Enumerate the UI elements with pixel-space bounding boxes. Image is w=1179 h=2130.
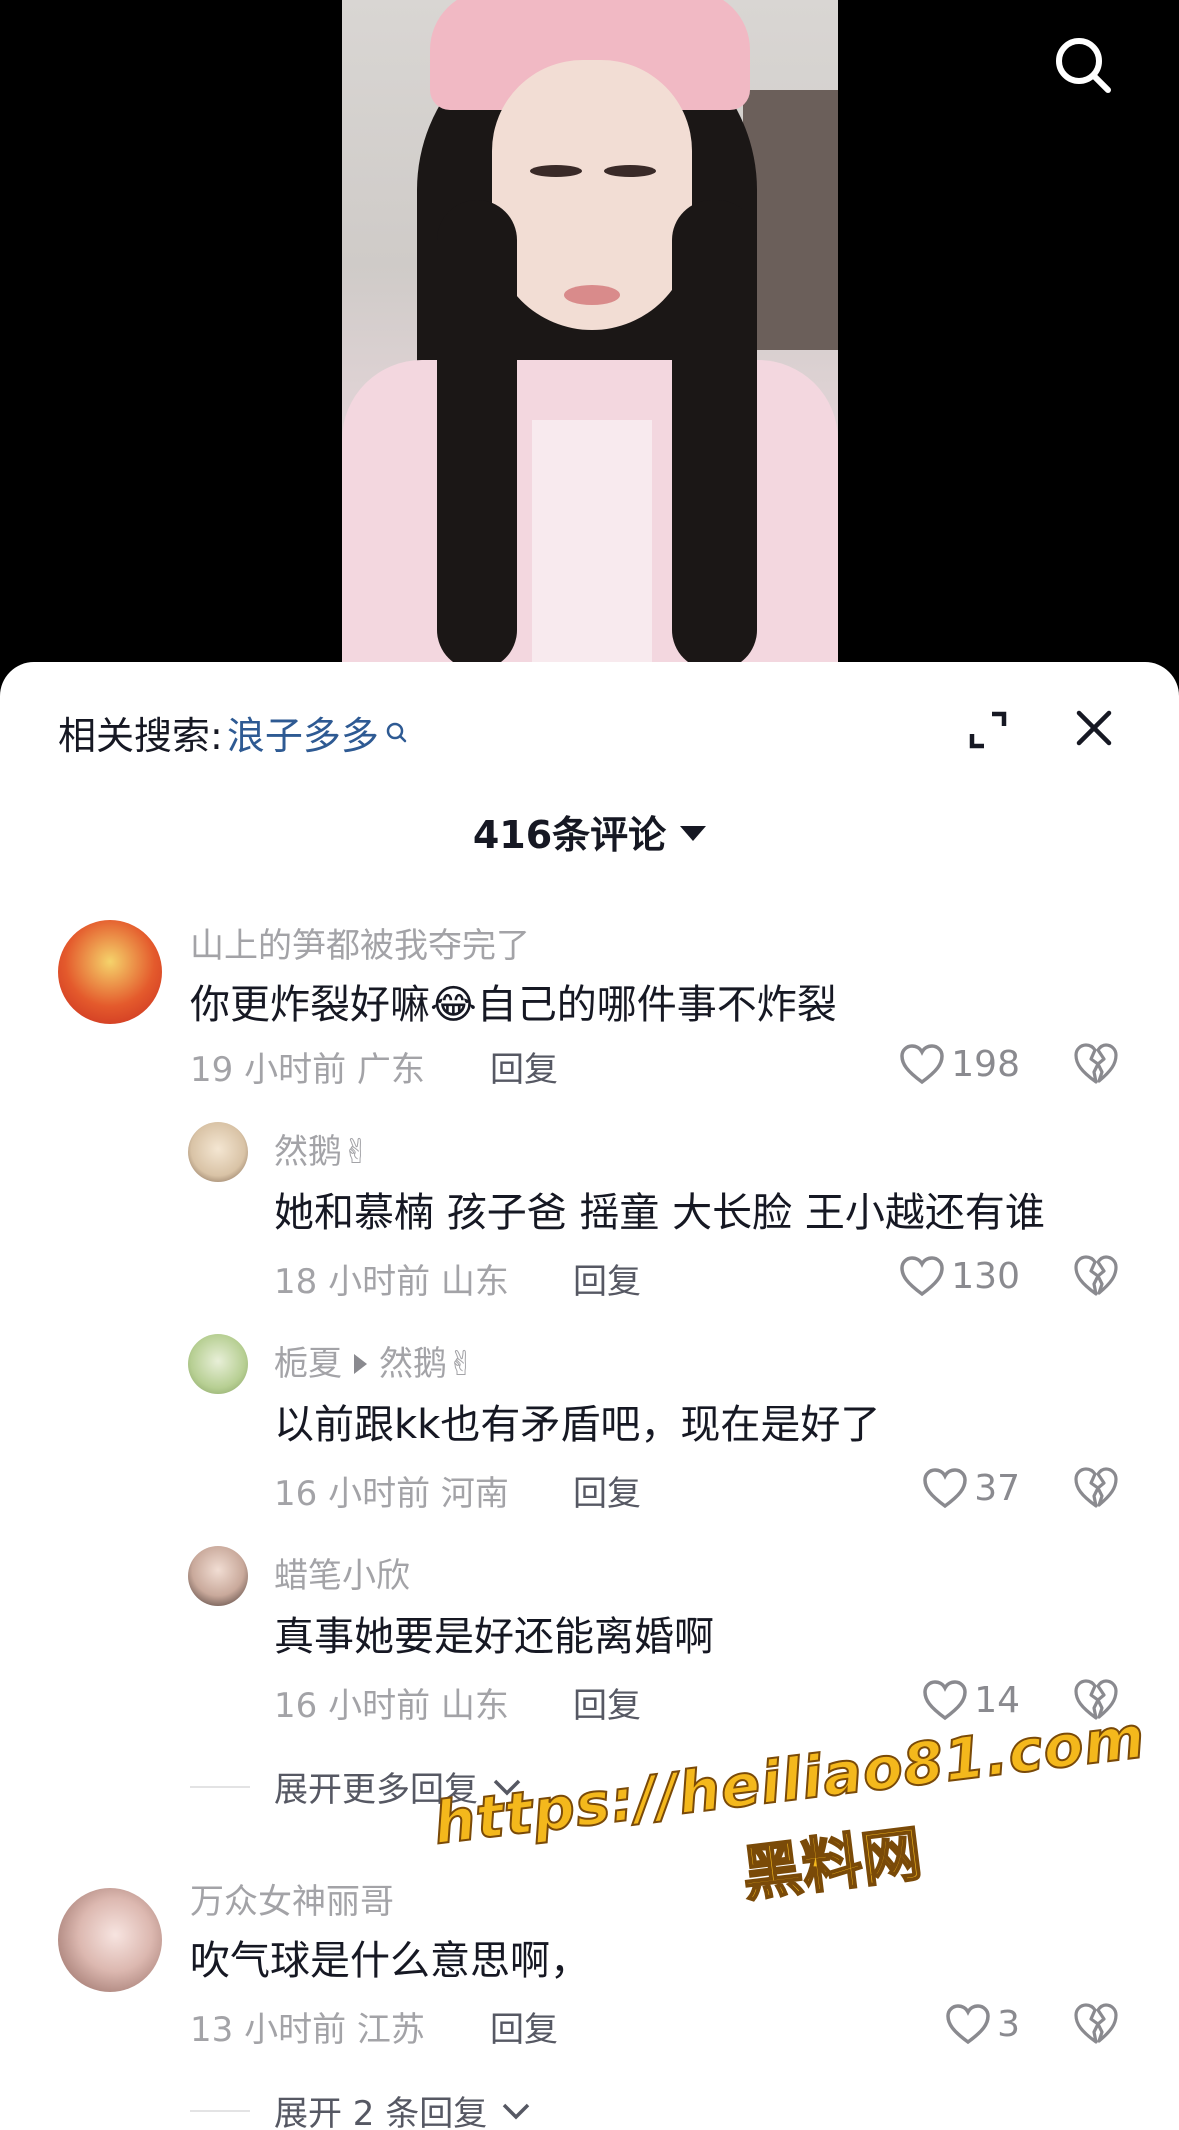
comment-text: 以前跟kk也有矛盾吧，现在是好了 (274, 1402, 881, 1448)
broken-heart-icon (1074, 1467, 1118, 1508)
video-subject-hair-right (672, 200, 757, 662)
broken-heart-icon (1074, 1679, 1118, 1720)
comment-author[interactable]: 栀夏 (274, 1344, 342, 1384)
expand-icon (969, 711, 1007, 749)
heart-icon (900, 1256, 945, 1297)
broken-heart-icon (1074, 1043, 1118, 1084)
comment-meta: 18 小时前 山东 (274, 1254, 509, 1303)
like-count: 130 (951, 1255, 1020, 1297)
comment-count-label: 416条评论 (472, 813, 667, 857)
video-background (743, 90, 838, 350)
expand-two-replies[interactable]: 展开 2 条回复 (190, 2086, 533, 2130)
comment-time: 18 小时前 (274, 1262, 431, 1302)
related-search-keyword[interactable]: 浪子多多 (227, 705, 379, 760)
comment-count[interactable]: 416条评论 (0, 804, 1179, 859)
video-frame[interactable] (342, 0, 838, 662)
avatar[interactable] (188, 1546, 248, 1606)
comment-location: 山东 (440, 1262, 509, 1302)
avatar[interactable] (188, 1122, 248, 1182)
heart-icon (923, 1680, 967, 1721)
video-subject-lips (564, 285, 620, 305)
expand-button[interactable] (966, 708, 1010, 752)
comment-text: 她和慕楠 孩子爸 摇童 大长脸 王小越还有谁 (274, 1190, 1045, 1236)
comment-text-part: 你更炸裂好嘛 (190, 982, 430, 1028)
broken-heart-icon (1074, 1255, 1118, 1296)
comment-meta: 13 小时前 江苏 (190, 2002, 425, 2051)
video-subject-eye (530, 165, 582, 177)
search-icon (386, 722, 407, 743)
like-count: 198 (951, 1043, 1020, 1085)
heart-icon (946, 2004, 990, 2045)
divider (190, 2109, 250, 2112)
comment-meta: 16 小时前 山东 (274, 1678, 509, 1727)
chevron-down-icon (493, 1779, 521, 1795)
comment-time: 19 小时前 (190, 1050, 347, 1090)
reply-button[interactable]: 回复 (490, 1042, 558, 1091)
heart-icon (900, 1044, 945, 1085)
chevron-down-icon (503, 2103, 530, 2119)
close-icon (1076, 710, 1112, 746)
search-button[interactable] (1052, 34, 1114, 96)
reply-button[interactable]: 回复 (490, 2002, 558, 2051)
avatar[interactable] (58, 920, 162, 1024)
reply-target[interactable]: 然鹅✌ (379, 1344, 476, 1384)
video-subject-eye (604, 165, 656, 177)
dislike-button[interactable] (1072, 1252, 1120, 1300)
broken-heart-icon (1074, 2003, 1118, 2044)
like-button[interactable]: 130 (880, 1252, 1020, 1300)
dislike-button[interactable] (1072, 1040, 1120, 1088)
comment-username: 栀夏 然鹅✌ (274, 1336, 476, 1385)
like-button[interactable]: 37 (880, 1464, 1020, 1512)
comment-text-part: 自己的哪件事不炸裂 (476, 982, 837, 1028)
dislike-button[interactable] (1072, 2000, 1120, 2048)
video-subject-shirt-inner (532, 420, 652, 662)
like-count: 37 (974, 1467, 1020, 1509)
like-button[interactable]: 3 (880, 2000, 1020, 2048)
search-icon (1056, 38, 1111, 93)
comment-time: 16 小时前 (274, 1474, 431, 1514)
dislike-button[interactable] (1072, 1464, 1120, 1512)
comment-time: 13 小时前 (190, 2010, 347, 2050)
avatar[interactable] (58, 1888, 162, 1992)
comment-location: 山东 (440, 1686, 509, 1726)
comment-text: 真事她要是好还能离婚啊 (274, 1614, 714, 1660)
expand-more-replies[interactable]: 展开更多回复 (190, 1762, 524, 1811)
reply-button[interactable]: 回复 (573, 1254, 641, 1303)
comment-time: 16 小时前 (274, 1686, 431, 1726)
comment-meta: 16 小时前 河南 (274, 1466, 509, 1515)
related-search[interactable]: 相关搜索: 浪子多多 (58, 706, 407, 758)
like-button[interactable]: 198 (880, 1040, 1020, 1088)
video-player[interactable] (0, 0, 1179, 700)
laugh-emoji-icon: 😂 (430, 982, 477, 1028)
video-subject-hair-left (437, 200, 517, 662)
caret-down-icon (680, 826, 707, 841)
comment-username[interactable]: 然鹅✌ (274, 1124, 371, 1173)
comment-location: 广东 (356, 1050, 425, 1090)
dislike-button[interactable] (1072, 1676, 1120, 1724)
comment-username[interactable]: 蜡笔小欣 (274, 1548, 410, 1597)
close-button[interactable] (1074, 708, 1114, 748)
reply-button[interactable]: 回复 (573, 1466, 641, 1515)
expand-two-label: 展开 2 条回复 (274, 2094, 488, 2130)
expand-more-label: 展开更多回复 (274, 1770, 478, 1810)
divider (190, 1785, 250, 1788)
comment-text: 你更炸裂好嘛😂自己的哪件事不炸裂 (190, 972, 837, 1030)
comment-text: 吹气球是什么意思啊， (190, 1938, 590, 1984)
reply-arrow-icon (354, 1353, 367, 1374)
comment-location: 河南 (440, 1474, 509, 1514)
reply-button[interactable]: 回复 (573, 1678, 641, 1727)
comment-meta: 19 小时前 广东 (190, 1042, 425, 1091)
like-button[interactable]: 14 (880, 1676, 1020, 1724)
comment-sheet: 相关搜索: 浪子多多 416条评论 山上的笋都被我夺完了 你更炸裂好嘛😂自己的哪… (0, 662, 1179, 2130)
comment-location: 江苏 (356, 2010, 425, 2050)
comment-username[interactable]: 万众女神丽哥 (190, 1874, 394, 1923)
like-count: 3 (997, 2003, 1020, 2045)
heart-icon (923, 1468, 967, 1509)
comment-username[interactable]: 山上的笋都被我夺完了 (190, 918, 530, 967)
related-search-label: 相关搜索: (58, 713, 223, 758)
like-count: 14 (974, 1679, 1020, 1721)
avatar[interactable] (188, 1334, 248, 1394)
